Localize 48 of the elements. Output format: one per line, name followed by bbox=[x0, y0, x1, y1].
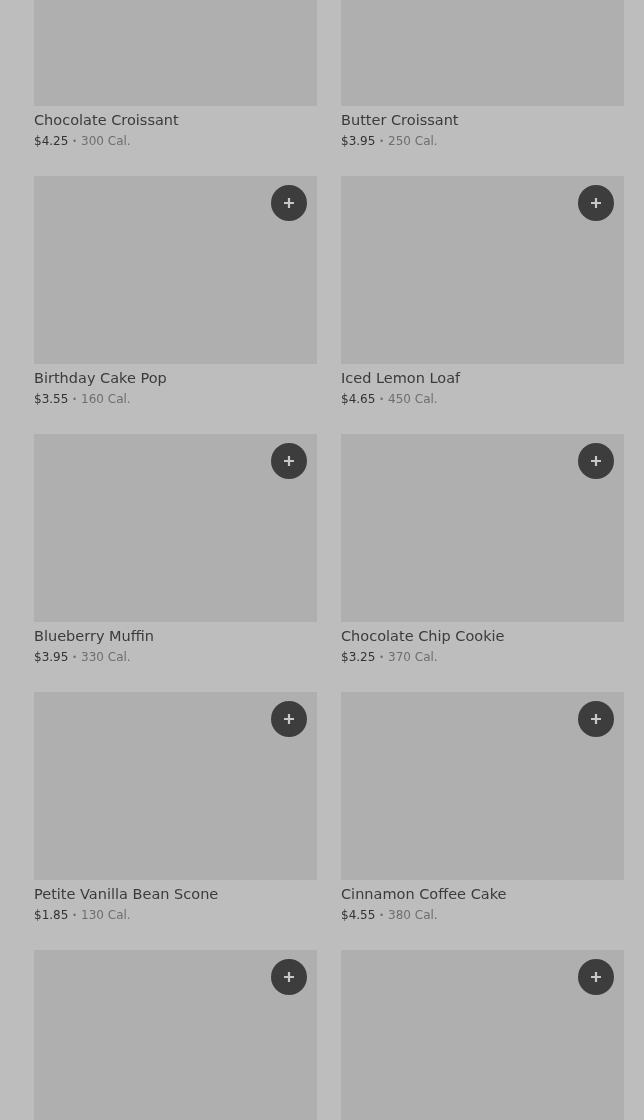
calories: 130 Cal. bbox=[81, 908, 131, 923]
add-button[interactable] bbox=[271, 443, 307, 479]
plus-icon bbox=[283, 971, 295, 983]
separator-dot: • bbox=[379, 394, 385, 406]
calories: 380 Cal. bbox=[388, 908, 438, 923]
plus-icon bbox=[590, 971, 602, 983]
add-button[interactable] bbox=[578, 185, 614, 221]
plus-icon bbox=[590, 713, 602, 725]
separator-dot: • bbox=[72, 394, 78, 406]
plus-icon bbox=[283, 713, 295, 725]
calories: 160 Cal. bbox=[81, 392, 131, 407]
plus-icon bbox=[283, 455, 295, 467]
product-name: Chocolate Chip Cookie bbox=[341, 627, 505, 645]
separator-dot: • bbox=[379, 652, 385, 664]
product-name: Blueberry Muffin bbox=[34, 627, 154, 645]
separator-dot: • bbox=[72, 652, 78, 664]
product-name: Chocolate Croissant bbox=[34, 111, 179, 129]
add-button[interactable] bbox=[578, 701, 614, 737]
add-button[interactable] bbox=[578, 959, 614, 995]
calories: 250 Cal. bbox=[388, 134, 438, 149]
plus-icon bbox=[590, 197, 602, 209]
plus-icon bbox=[283, 197, 295, 209]
product-name: Cinnamon Coffee Cake bbox=[341, 885, 507, 903]
separator-dot: • bbox=[379, 136, 385, 148]
add-button[interactable] bbox=[578, 443, 614, 479]
add-button[interactable] bbox=[271, 185, 307, 221]
separator-dot: • bbox=[72, 136, 78, 148]
product-price: $1.85 bbox=[34, 908, 69, 923]
product-price: $3.95 bbox=[341, 134, 376, 149]
product-name: Iced Lemon Loaf bbox=[341, 369, 461, 387]
product-name: Butter Croissant bbox=[341, 111, 459, 129]
product-price: $4.25 bbox=[34, 134, 69, 149]
calories: 300 Cal. bbox=[81, 134, 131, 149]
product-price: $4.65 bbox=[341, 392, 376, 407]
separator-dot: • bbox=[72, 910, 78, 922]
separator-dot: • bbox=[379, 910, 385, 922]
product-price: $4.55 bbox=[341, 908, 376, 923]
calories: 370 Cal. bbox=[388, 650, 438, 665]
product-name: Birthday Cake Pop bbox=[34, 369, 167, 387]
product-price: $3.95 bbox=[34, 650, 69, 665]
product-price: $3.55 bbox=[34, 392, 69, 407]
add-button[interactable] bbox=[271, 959, 307, 995]
calories: 450 Cal. bbox=[388, 392, 438, 407]
product-price: $3.25 bbox=[341, 650, 376, 665]
calories: 330 Cal. bbox=[81, 650, 131, 665]
product-name: Petite Vanilla Bean Scone bbox=[34, 885, 219, 903]
add-button[interactable] bbox=[271, 701, 307, 737]
plus-icon bbox=[590, 455, 602, 467]
